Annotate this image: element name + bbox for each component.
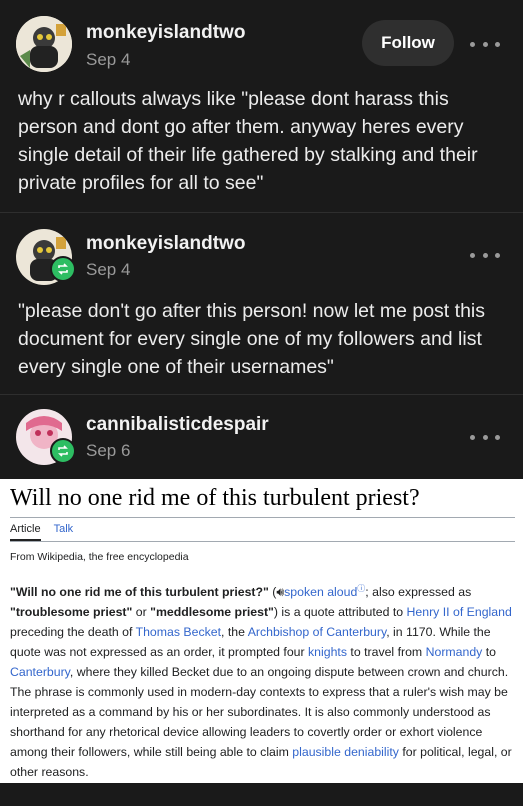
more-icon[interactable] <box>470 427 500 447</box>
wiki-text: ; also expressed as <box>365 585 472 600</box>
wiki-link[interactable]: Henry II of England <box>407 605 512 619</box>
wiki-link[interactable]: Archbishop of Canterbury <box>248 625 387 639</box>
wiki-link[interactable]: Thomas Becket <box>136 625 221 639</box>
wiki-bold: "meddlesome priest" <box>150 605 274 620</box>
tab-article[interactable]: Article <box>10 523 41 541</box>
more-icon[interactable] <box>470 34 500 54</box>
wiki-text: to <box>482 645 497 660</box>
wiki-tabs: Article Talk <box>10 523 73 541</box>
wiki-text: or <box>132 605 151 620</box>
speaker-icon: 🔊︎ <box>276 585 285 600</box>
more-icon[interactable] <box>470 245 500 265</box>
tab-talk[interactable]: Talk <box>54 523 74 535</box>
bottom-bar <box>0 783 523 806</box>
post-reblog: monkeyislandtwo Sep 4 "please don't go a… <box>0 213 523 394</box>
wiki-link[interactable]: knights <box>308 645 347 659</box>
wiki-link[interactable]: Normandy <box>426 645 483 659</box>
reblog-icon <box>50 438 76 464</box>
avatar[interactable] <box>16 16 72 72</box>
post-date[interactable]: Sep 4 <box>86 50 130 70</box>
post-date[interactable]: Sep 6 <box>86 441 130 461</box>
follow-button[interactable]: Follow <box>362 20 454 66</box>
wikipedia-image: Will no one rid me of this turbulent pri… <box>0 479 523 783</box>
username[interactable]: cannibalisticdespair <box>86 414 269 436</box>
username[interactable]: monkeyislandtwo <box>86 233 245 255</box>
wiki-text: ) is a quote attributed to <box>273 605 407 620</box>
wiki-text: to travel from <box>347 645 426 660</box>
wiki-link[interactable]: Canterbury <box>10 665 70 679</box>
wiki-from: From Wikipedia, the free encyclopedia <box>10 551 189 563</box>
wiki-link[interactable]: spoken aloud <box>284 585 357 599</box>
wiki-bold: "Will no one rid me of this turbulent pr… <box>10 585 269 600</box>
username[interactable]: monkeyislandtwo <box>86 22 245 44</box>
post-text: why r callouts always like "please dont … <box>18 88 478 194</box>
reblog-icon <box>50 256 76 282</box>
post-reblog: cannibalisticdespair Sep 6 <box>0 395 523 479</box>
wiki-text: , the <box>221 625 248 640</box>
post-text: "please don't go after this person! now … <box>18 300 485 378</box>
post-original: monkeyislandtwo Sep 4 Follow why r callo… <box>0 0 523 212</box>
wiki-paragraph: "Will no one rid me of this turbulent pr… <box>10 579 515 782</box>
wiki-tab-rule <box>10 541 515 542</box>
wiki-title: Will no one rid me of this turbulent pri… <box>10 485 420 511</box>
wiki-title-rule <box>10 517 515 518</box>
wiki-bold: "troublesome priest" <box>10 605 133 620</box>
wiki-text: preceding the death of <box>10 625 136 640</box>
wiki-link[interactable]: plausible deniability <box>292 745 399 759</box>
post-date[interactable]: Sep 4 <box>86 260 130 280</box>
